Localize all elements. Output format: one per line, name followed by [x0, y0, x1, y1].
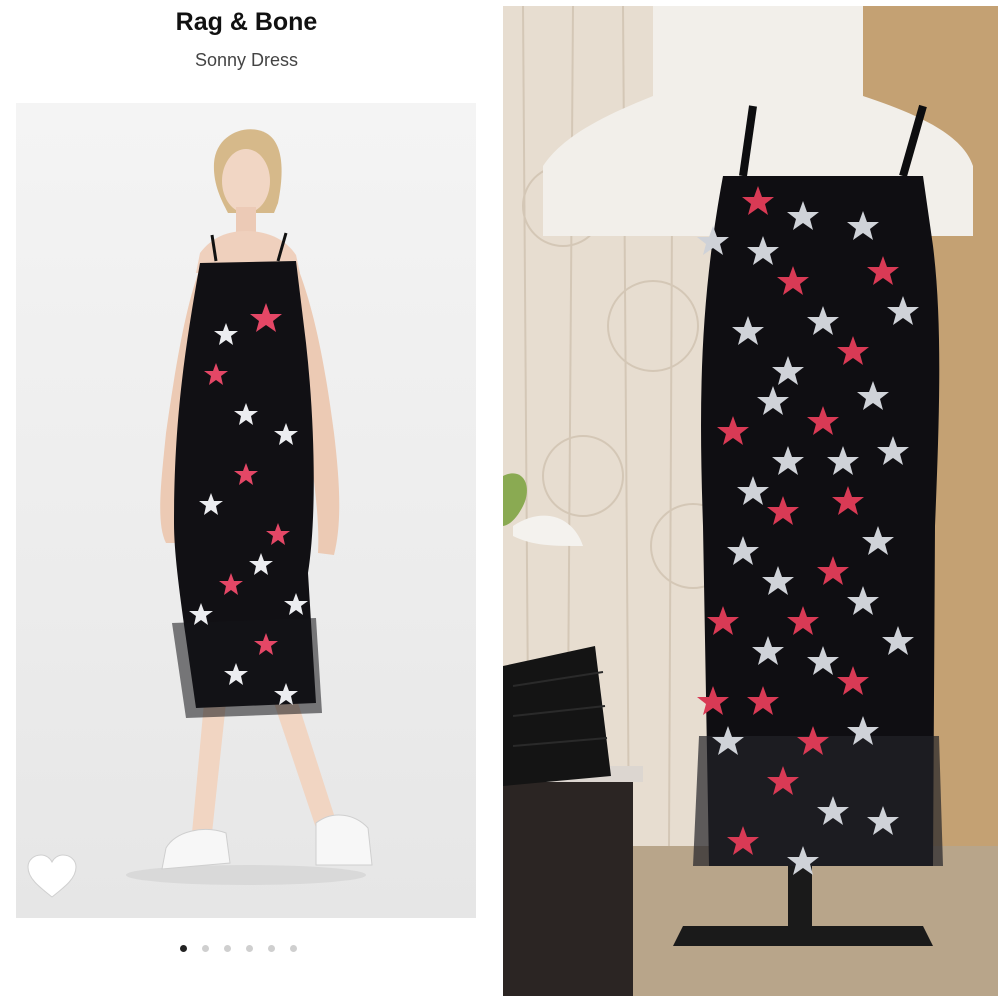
favorite-button[interactable] — [26, 854, 78, 900]
brand-name[interactable]: Rag & Bone — [0, 8, 493, 37]
heart-icon — [27, 854, 77, 898]
dress-form-illustration — [503, 6, 998, 996]
carousel-dot[interactable] — [202, 944, 209, 952]
carousel-dot[interactable] — [180, 944, 187, 952]
product-name: Sonny Dress — [194, 50, 299, 70]
product-card: Rag & Bone Sonny Dress — [0, 0, 493, 1000]
panel-divider — [493, 0, 503, 1000]
model-illustration — [126, 129, 373, 885]
carousel-dot[interactable] — [268, 944, 275, 952]
carousel-dot[interactable] — [224, 944, 231, 952]
carousel-indicator — [180, 942, 320, 954]
product-photo[interactable] — [16, 103, 476, 918]
carousel-dot[interactable] — [246, 944, 253, 952]
dress-form-photo — [503, 6, 998, 996]
carousel-dot[interactable] — [290, 944, 297, 952]
